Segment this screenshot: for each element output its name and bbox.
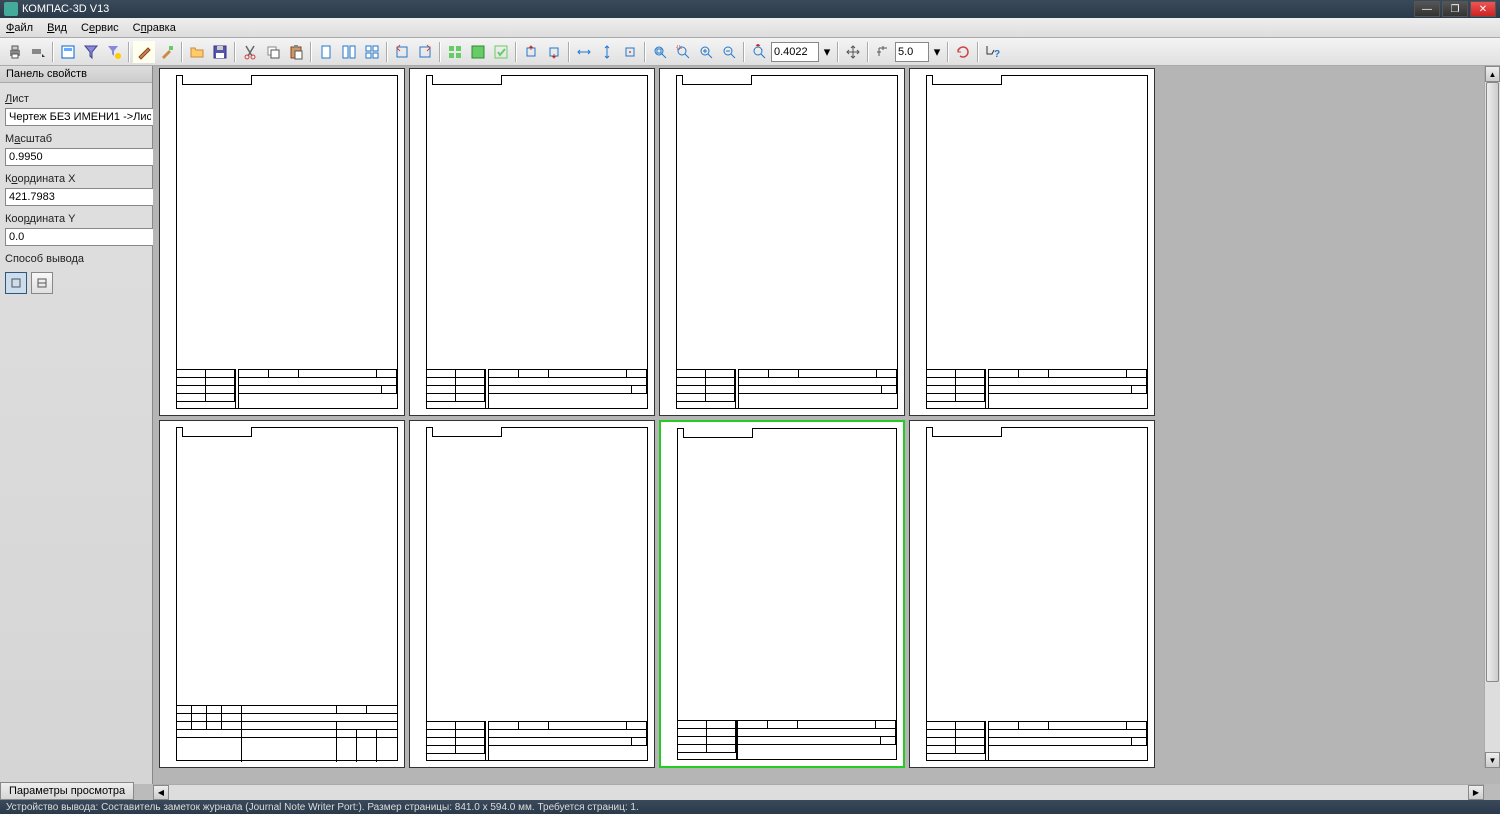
pan-icon[interactable] [842,41,864,63]
output-mode-2-button[interactable] [31,272,53,294]
scroll-right-icon[interactable]: ▶ [1468,785,1484,800]
page-grid-icon[interactable] [361,41,383,63]
step-icon[interactable] [872,41,894,63]
copy-icon[interactable] [262,41,284,63]
scroll-up-icon[interactable]: ▲ [1485,66,1500,82]
filter-icon[interactable] [80,41,102,63]
app-icon [4,2,18,16]
brush-icon[interactable] [133,41,155,63]
coordx-field[interactable] [5,188,155,206]
status-text: Устройство вывода: Составитель заметок ж… [6,802,639,813]
vertical-scroll-thumb[interactable] [1486,82,1499,682]
paste-icon[interactable] [285,41,307,63]
page-multi-icon[interactable] [338,41,360,63]
bottom-tabs: Параметры просмотра [0,782,134,800]
toggle-on-icon[interactable] [490,41,512,63]
menubar: Файл Вид Сервис Справка [0,18,1500,38]
refresh-icon[interactable] [952,41,974,63]
drawing-sheet[interactable] [159,420,405,768]
zoom-fit-icon[interactable] [649,41,671,63]
drawing-sheet[interactable] [409,420,655,768]
close-button[interactable]: ✕ [1470,1,1496,17]
rotate-left-icon[interactable] [391,41,413,63]
step-dropdown-icon[interactable]: ▾ [930,41,944,63]
combo-dropdown-icon[interactable]: ▾ [820,41,834,63]
drawing-sheet[interactable] [409,68,655,416]
dimension-h-icon[interactable] [573,41,595,63]
save-icon[interactable] [209,41,231,63]
tab-view-params[interactable]: Параметры просмотра [0,782,134,800]
output-mode-1-button[interactable] [5,272,27,294]
zoom-dynamic-icon[interactable] [748,41,770,63]
rotate-right-icon[interactable] [414,41,436,63]
page-single-icon[interactable] [315,41,337,63]
scale-label: Масштаб [5,133,147,145]
print-dropdown-icon[interactable] [27,41,49,63]
brush-settings-icon[interactable] [156,41,178,63]
coordx-label: Координата X [5,173,147,185]
tile-green-icon[interactable] [467,41,489,63]
scale-field[interactable] [5,148,155,166]
preview-icon[interactable] [57,41,79,63]
menu-help[interactable]: Справка [133,22,176,34]
horizontal-scrollbar[interactable]: ◀ ▶ [153,784,1484,800]
zoom-in-icon[interactable] [695,41,717,63]
dimension-v-icon[interactable] [596,41,618,63]
step-combo[interactable] [895,42,929,62]
toolbar: ▾ ▾ ? [0,38,1500,66]
menu-service[interactable]: Сервис [81,22,119,34]
scroll-left-icon[interactable]: ◀ [153,785,169,800]
vertical-scrollbar[interactable]: ▲ ▼ [1484,66,1500,768]
menu-view[interactable]: Вид [47,22,67,34]
grid4-green-icon[interactable] [444,41,466,63]
statusbar: Устройство вывода: Составитель заметок ж… [0,800,1500,814]
cut-icon[interactable] [239,41,261,63]
panel-title: Панель свойств [0,66,152,83]
drawing-sheet[interactable] [909,420,1155,768]
dimension-box-icon[interactable] [619,41,641,63]
coordy-field[interactable] [5,228,155,246]
scroll-down-icon[interactable]: ▼ [1485,752,1500,768]
open-icon[interactable] [186,41,208,63]
app-title: КОМПАС-3D V13 [22,3,109,15]
titlebar: КОМПАС-3D V13 — ❐ ✕ [0,0,1500,18]
help-icon[interactable]: ? [982,41,1004,63]
svg-text:?: ? [994,49,1000,60]
property-panel: Панель свойств Лист ▼ Масштаб ▼ Координа… [0,66,153,784]
output-label: Способ вывода [5,253,147,265]
canvas[interactable]: ▲ ▼ [153,66,1500,784]
maximize-button[interactable]: ❐ [1442,1,1468,17]
menu-file[interactable]: Файл [6,22,33,34]
drawing-sheet[interactable] [659,420,905,768]
arrow-expand-icon[interactable] [520,41,542,63]
print-icon[interactable] [4,41,26,63]
drawing-sheet[interactable] [159,68,405,416]
arrow-contract-icon[interactable] [543,41,565,63]
coordy-label: Координата Y [5,213,147,225]
zoom-combo[interactable] [771,42,819,62]
sheet-label: Лист [5,93,147,105]
drawing-sheet[interactable] [659,68,905,416]
drawing-sheet[interactable] [909,68,1155,416]
filter-settings-icon[interactable] [103,41,125,63]
zoom-out-icon[interactable] [718,41,740,63]
minimize-button[interactable]: — [1414,1,1440,17]
zoom-window-icon[interactable] [672,41,694,63]
main-area: Панель свойств Лист ▼ Масштаб ▼ Координа… [0,66,1500,784]
sheet-field[interactable] [5,108,155,126]
